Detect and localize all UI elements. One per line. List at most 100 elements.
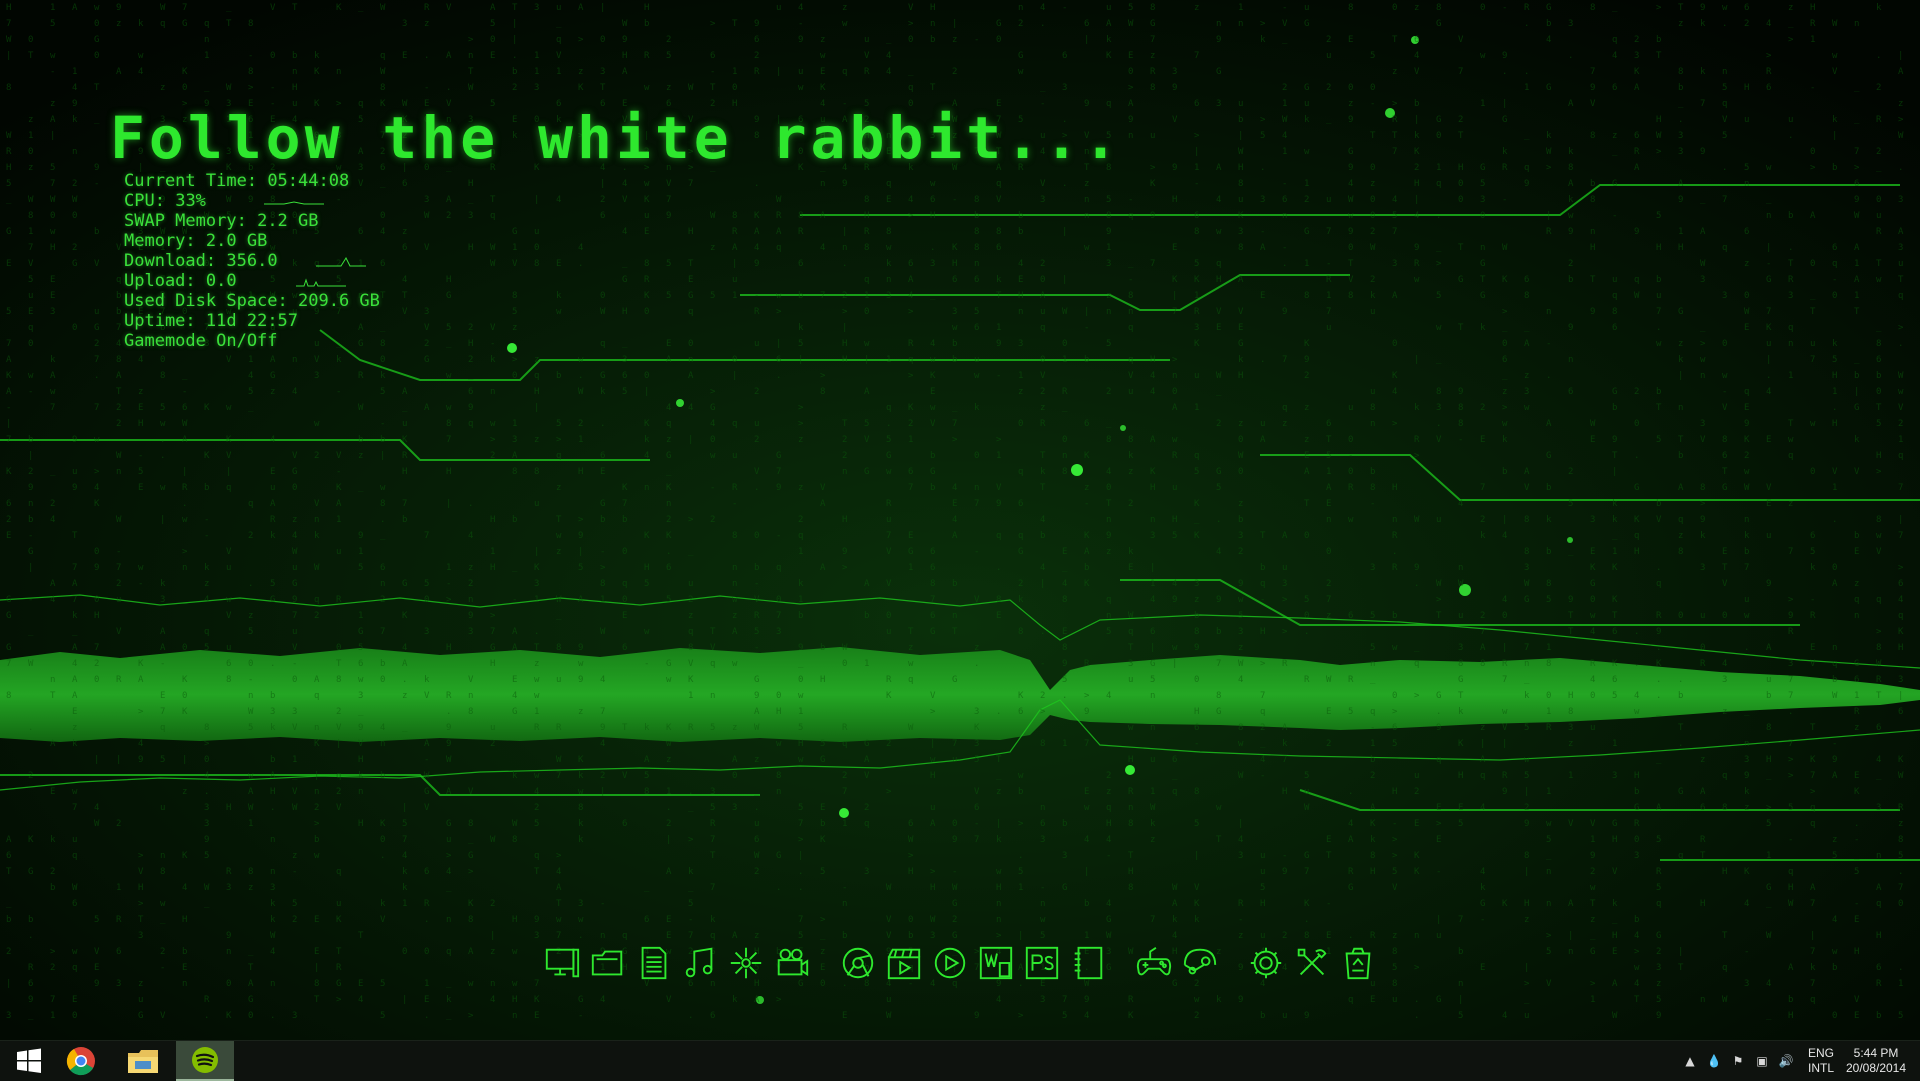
code-rain-column: n _ _ 7 > 6 9 W A 1 A 1 T _ b | G k V b … xyxy=(1854,19,1860,1021)
stat-label: Upload: xyxy=(124,271,196,291)
code-rain-column: - 9 . | G k R - W K > _ 0 6 _ z > w k b … xyxy=(1502,3,1508,1021)
code-rain-column: W w V k | b 6 q - 0 k 5 H 1 . H V 1 . 0 … xyxy=(1832,19,1838,1021)
code-rain-column: 9 k k 7 9 _ A W 3 _ > w n 3 V 8 > 9 k 3 … xyxy=(1700,3,1706,1005)
stat-value: 2.2 GB xyxy=(257,211,319,231)
stat-disk-space: Used Disk Space: 209.6 GB xyxy=(124,291,380,311)
steam-icon[interactable] xyxy=(1178,941,1222,985)
code-rain-column: G b 4 G k W > | R n - . A G b k b 8 5 1 … xyxy=(1546,3,1552,989)
code-rain-column: z 7 6 > | 1 - 6 8 5 K 1 R 3 K u 1 q 5 K … xyxy=(1194,3,1200,1021)
code-rain-column: H 7 W | 8 W R H 5 _ G E 5 7 A K A - | 7 … xyxy=(6,3,12,1021)
gamemode-toggle[interactable]: Gamemode On/Off xyxy=(124,331,380,351)
stat-current-time: Current Time: 05:44:08 xyxy=(124,171,380,191)
tools-icon[interactable] xyxy=(1290,941,1334,985)
stat-cpu: CPU: 33% xyxy=(124,191,380,211)
browser-icon[interactable] xyxy=(836,941,880,985)
code-rain-column: 3 9 V 9 H E K | 7 > n 0 A w R u H 5 4 9 … xyxy=(1172,67,1178,989)
recycle-bin-icon[interactable] xyxy=(1336,941,1380,985)
stat-value: 05:44:08 xyxy=(267,171,350,191)
flower-icon[interactable] xyxy=(724,941,768,985)
gamepad-icon[interactable] xyxy=(1132,941,1176,985)
stat-value: 0.0 xyxy=(205,271,237,291)
start-icon[interactable] xyxy=(0,1041,58,1081)
code-rain-column: 1 n u b | W H 8 u K 3 8 A V E G k H z 0 … xyxy=(1238,3,1244,1005)
language-code: ENG xyxy=(1807,1046,1834,1060)
folder-icon[interactable] xyxy=(586,941,630,985)
code-rain-column: n 9 G 3 A 4 w q H V E W _ 2 G 5 . 4 9 b … xyxy=(1216,19,1222,1005)
spotify-icon[interactable] xyxy=(176,1041,234,1081)
file-explorer-icon[interactable] xyxy=(114,1041,172,1081)
code-rain-column: 0 w 1 G 5 3 0 n G T G k 2 E 7 2 k 2 7 A … xyxy=(1480,3,1486,973)
code-rain-column: 4 > R 6 w _ n | - G 7 K u | . 4 E V E u … xyxy=(1766,19,1772,1021)
stat-label: CPU: xyxy=(124,191,165,211)
gamemode-label[interactable]: Gamemode On/Off xyxy=(124,331,278,351)
download-sparkline xyxy=(316,256,366,267)
stat-memory: Memory: 2.0 GB xyxy=(124,231,380,251)
stat-upload: Upload: 0.0 xyxy=(124,271,380,291)
code-rain-column: 2 u 2 _ u 7 - R 1 7 u 6 T 5 1 A E n 0 2 … xyxy=(1326,35,1332,957)
stat-value: 11d 22:57 xyxy=(205,311,299,331)
network-icon[interactable]: ▣ xyxy=(1752,1051,1772,1071)
code-rain-column: 8 7 9 V 8 b 8 n H T 9 W E 3 E K G 0 w 4 … xyxy=(1590,3,1596,1005)
code-rain-column: 5 0 - T 0 z 0 0 2 W 2 k u u 8 n b 8 - 3 … xyxy=(1370,51,1376,1005)
code-rain-column: > k > 5 . 3 - A E . u A T b q - H > 7 q … xyxy=(1260,19,1266,1021)
launcher-dock xyxy=(540,938,1380,988)
code-rain-column: 3 . A k 8 A k w 9 2 b 9 n 6 2 5 _ 9 T T … xyxy=(1568,19,1574,957)
stat-swap-memory: SWAP Memory: 2.2 GB xyxy=(124,211,380,231)
action-center-flag-icon[interactable]: ⚑ xyxy=(1728,1051,1748,1071)
stat-value: 2.0 GB xyxy=(205,231,268,251)
volume-icon[interactable]: 🔊 xyxy=(1776,1051,1796,1071)
code-rain-column: > b T H W > 5 H b u 7 . w b T 5 b V . q … xyxy=(1656,3,1662,1021)
keyboard-layout: INTL xyxy=(1807,1061,1834,1075)
code-rain-column: 2 3 K A 6 R A 9 q W 2 0 . G K q H . . 4 … xyxy=(1634,35,1640,1005)
chrome-icon[interactable] xyxy=(52,1041,110,1081)
code-rain-column: A 1 4 9 k n 2 W 0 2 G 0 9 u 9 T 7 A 7 k … xyxy=(72,3,78,1021)
computer-icon[interactable] xyxy=(540,941,584,985)
input-language-indicator[interactable]: ENG INTL xyxy=(1804,1046,1838,1076)
clock[interactable]: 5:44 PM 20/08/2014 xyxy=(1838,1046,1914,1076)
show-hidden-icons-icon[interactable]: ▲ xyxy=(1680,1051,1700,1071)
clock-time: 5:44 PM xyxy=(1853,1046,1899,1060)
stat-label: SWAP Memory: xyxy=(124,211,247,231)
stat-value: 356.0 xyxy=(226,251,278,271)
code-rain-column: w . n 5 q V 5 . 7 q 3 0 w - V 8 6 T G E … xyxy=(1722,3,1728,1005)
notebook-icon[interactable] xyxy=(1066,941,1110,985)
photoshop-icon[interactable] xyxy=(1020,941,1064,985)
code-rain-column: - V _ 2 1 W 4 1 - 6 n - . 9 7 q z A u 3 … xyxy=(1282,3,1288,1021)
music-icon[interactable] xyxy=(678,941,722,985)
desktop-title: Follow the white rabbit... xyxy=(110,104,1122,172)
code-rain-column: V 7 2 T H 0 0 T G T 9 8 8 - 4 n W u 3 8 … xyxy=(1458,35,1464,1021)
stat-label: Memory: xyxy=(124,231,196,251)
code-rain-column: k . 2 R 2 _ 0 u R T w _ 8 6 b 0 T 5 H > … xyxy=(1876,3,1882,1021)
document-icon[interactable] xyxy=(632,941,676,985)
system-stats-widget: Current Time: 05:44:08 CPU: 33% SWAP Mem… xyxy=(124,171,380,351)
settings-icon[interactable] xyxy=(1244,941,1288,985)
code-rain-column: 6 2 H u 5 n 6 z 0 W E q E 9 K 2 w W n k … xyxy=(1744,3,1750,989)
code-rain-column: 8 E 0 z 9 G 9 4 W w 9 0 T V 8 u 0 - 0 R … xyxy=(1348,3,1354,1005)
video-icon[interactable] xyxy=(882,941,926,985)
stat-uptime: Uptime: 11d 22:57 xyxy=(124,311,380,331)
code-rain-column: u G G u k w 1 2 G 1 8 K 9 2 z z E A T 0 … xyxy=(1304,3,1310,1021)
word-icon[interactable] xyxy=(974,941,1018,985)
camera-icon[interactable] xyxy=(770,941,814,985)
code-rain-column: 8 G 7 z R 8 u > K 9 7 H 4 4 A K H n 3 | … xyxy=(1150,3,1156,957)
code-rain-column: z _ > u . b . T R 3 q n 1 T w q z 7 > 9 … xyxy=(1788,3,1794,1021)
code-rain-column: H R 1 - 0 > A 0 _ T u 7 w 0 6 5 k - R E … xyxy=(1810,3,1816,1005)
taskbar: ▲ 💧 ⚑ ▣ 🔊 ENG INTL 5:44 PM 20/08/2014 xyxy=(0,1040,1920,1081)
stat-value: 33% xyxy=(175,191,206,211)
stat-value: 209.6 GB xyxy=(298,291,380,311)
code-rain-column: T z 8 b _ . 3 3 A 9 1 H G z k | n T b A … xyxy=(1678,3,1684,973)
cpu-sparkline xyxy=(264,201,324,205)
code-rain-column: R . . 1 _ q 9 6 8 _ A z 3 w A V 8 8 3 W … xyxy=(1524,3,1530,1021)
stat-label: Download: xyxy=(124,251,217,271)
code-rain-column: 0 T z 1 0 z W 8 1 7 V 5 u E q 0 w - b | … xyxy=(28,35,34,1021)
upload-sparkline xyxy=(296,278,346,287)
code-rain-column: _ q 4 6 z _ G - u q 8 6 G b 9 T | k k _ … xyxy=(1612,3,1618,1021)
code-rain-column: z 6 4 V b | k K 2 H | 4 9 R w | k R > W … xyxy=(1414,3,1420,1021)
play-icon[interactable] xyxy=(928,941,972,985)
stat-label: Used Disk Space: xyxy=(124,291,288,311)
code-rain-column: 5 W E 0 > A 9 n - q _ - 8 n q q V u 8 k … xyxy=(1128,3,1134,1021)
code-rain-column: w 0 G 0 T _ 9 - b V u G 2 7 . 7 w > 4 K … xyxy=(94,3,100,989)
stat-label: Uptime: xyxy=(124,311,196,331)
dropbox-icon[interactable]: 💧 xyxy=(1704,1051,1724,1071)
stat-label: Current Time: xyxy=(124,171,258,191)
